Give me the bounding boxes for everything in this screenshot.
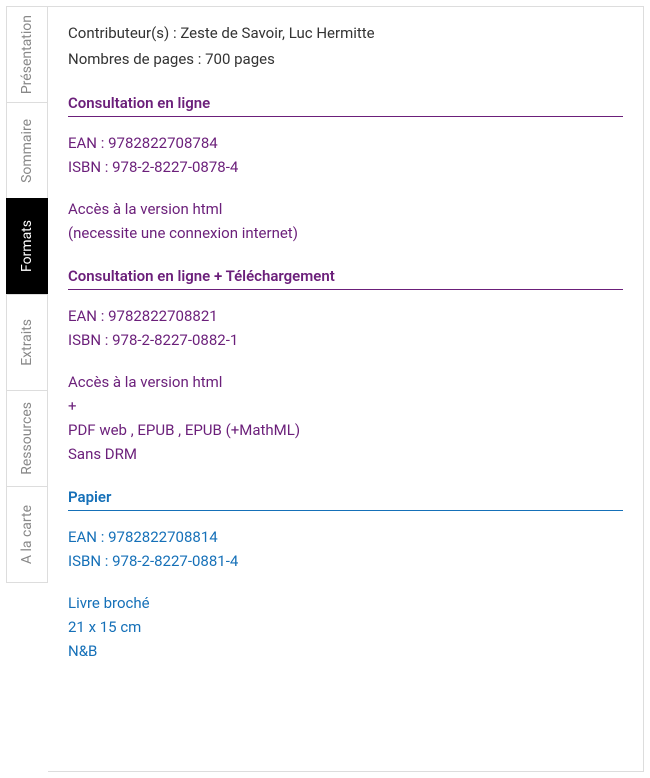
binding-line: Livre broché [68, 591, 623, 615]
tab-alacarte[interactable]: A la carte [6, 486, 48, 583]
access-plus: + [68, 394, 623, 418]
tab-list: Présentation Sommaire Formats Extraits R… [6, 6, 48, 772]
ean-line: EAN : 9782822708784 [68, 131, 623, 155]
formats-line: PDF web , EPUB , EPUB (+MathML) [68, 418, 623, 442]
contributors-line: Contributeur(s) : Zeste de Savoir, Luc H… [68, 21, 623, 47]
tab-label: Formats [19, 220, 35, 272]
ean-line: EAN : 9782822708821 [68, 304, 623, 328]
page-count-line: Nombres de pages : 700 pages [68, 47, 623, 73]
access-line: Accès à la version html [68, 197, 623, 221]
access-line: Accès à la version html [68, 370, 623, 394]
section-online: Consultation en ligne EAN : 978282270878… [68, 94, 623, 245]
tab-label: Ressources [19, 402, 35, 475]
tab-label: Présentation [19, 15, 35, 94]
content-area: Contributeur(s) : Zeste de Savoir, Luc H… [48, 6, 644, 772]
ean-line: EAN : 9782822708814 [68, 525, 623, 549]
section-title: Papier [68, 488, 623, 511]
color-line: N&B [68, 639, 623, 663]
dimensions-line: 21 x 15 cm [68, 615, 623, 639]
tab-presentation[interactable]: Présentation [6, 6, 48, 103]
tab-label: Extraits [19, 319, 35, 366]
isbn-line: ISBN : 978-2-8227-0881-4 [68, 549, 623, 573]
drm-line: Sans DRM [68, 442, 623, 466]
section-title: Consultation en ligne + Téléchargement [68, 267, 623, 290]
tab-extraits[interactable]: Extraits [6, 294, 48, 391]
isbn-line: ISBN : 978-2-8227-0882-1 [68, 328, 623, 352]
tab-label: Sommaire [19, 119, 35, 183]
tab-ressources[interactable]: Ressources [6, 390, 48, 487]
tab-sommaire[interactable]: Sommaire [6, 102, 48, 199]
access-note: (necessite une connexion internet) [68, 221, 623, 245]
section-paper: Papier EAN : 9782822708814 ISBN : 978-2-… [68, 488, 623, 663]
section-online-download: Consultation en ligne + Téléchargement E… [68, 267, 623, 466]
formats-panel: Présentation Sommaire Formats Extraits R… [6, 6, 644, 772]
section-title: Consultation en ligne [68, 94, 623, 117]
isbn-line: ISBN : 978-2-8227-0878-4 [68, 155, 623, 179]
tab-label: A la carte [19, 505, 35, 564]
tab-formats[interactable]: Formats [6, 198, 48, 295]
